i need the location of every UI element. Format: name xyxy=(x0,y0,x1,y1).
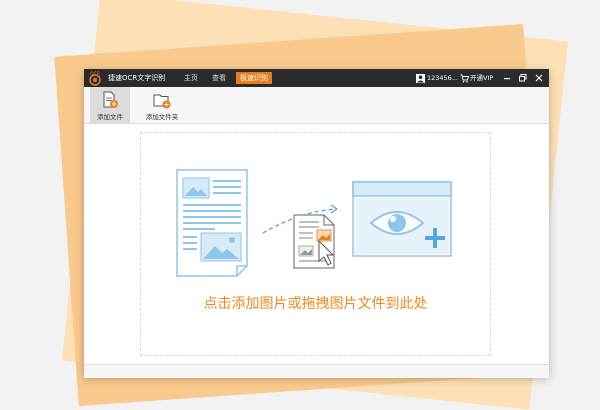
toolbar: 添加文件 添加文件夹 xyxy=(84,87,549,124)
nav-home[interactable]: 主页 xyxy=(180,72,202,84)
user-id-text: 123456... xyxy=(427,74,459,82)
nav-view[interactable]: 查看 xyxy=(208,72,230,84)
drop-hint-text: 点击添加图片或拖拽图片文件到此处 xyxy=(203,296,428,312)
cart-icon xyxy=(460,74,470,83)
add-folder-icon xyxy=(153,94,171,109)
status-bar xyxy=(84,364,549,378)
app-logo-icon: OCR xyxy=(89,71,101,86)
app-window: OCR 捷速OCR文字识别 主页 查看 极速识别 123456... 开通VIP xyxy=(84,69,549,378)
image-document-icon xyxy=(176,169,248,277)
add-folder-button[interactable]: 添加文件夹 xyxy=(136,87,188,123)
app-title: 捷速OCR文字识别 xyxy=(108,74,166,82)
drop-zone[interactable]: 点击添加图片或拖拽图片文件到此处 xyxy=(140,132,491,356)
user-account[interactable]: 123456... xyxy=(416,72,458,84)
add-file-button[interactable]: 添加文件 xyxy=(90,87,130,123)
vip-label: 开通VIP xyxy=(470,74,494,82)
add-folder-label: 添加文件夹 xyxy=(145,113,179,121)
add-file-label: 添加文件 xyxy=(97,113,123,121)
user-icon xyxy=(416,73,425,83)
maximize-icon[interactable] xyxy=(517,71,529,85)
close-icon[interactable] xyxy=(533,71,545,85)
minimize-icon[interactable] xyxy=(501,71,513,85)
preview-window-icon xyxy=(352,181,452,257)
nav-fast-recognition[interactable]: 极速识别 xyxy=(236,72,272,84)
title-bar: OCR 捷速OCR文字识别 主页 查看 极速识别 123456... 开通VIP xyxy=(84,69,549,87)
drag-drop-illustration xyxy=(176,169,452,277)
add-file-icon xyxy=(103,91,118,108)
app-logo-text: OCR xyxy=(90,71,100,77)
vip-button[interactable]: 开通VIP xyxy=(460,72,493,84)
